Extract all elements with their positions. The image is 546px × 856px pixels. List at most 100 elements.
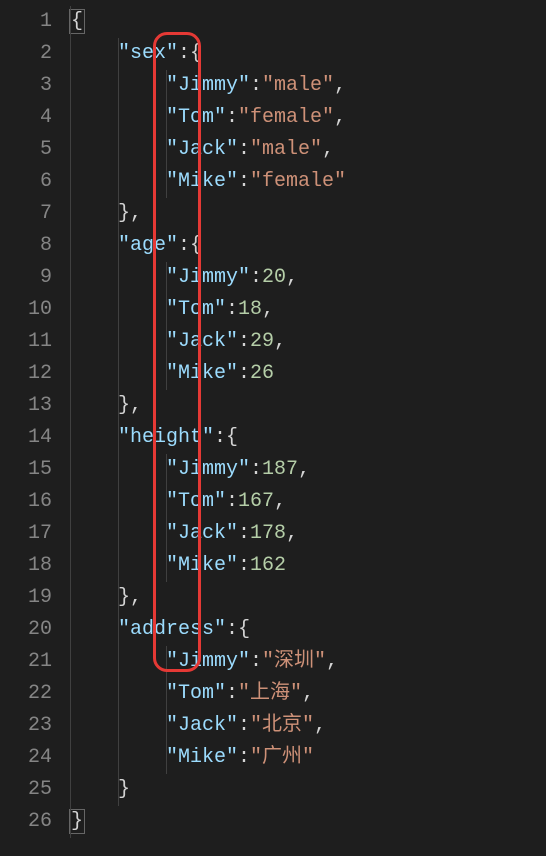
indent-guide xyxy=(70,166,71,198)
indent-guide xyxy=(118,710,119,742)
indent-guide xyxy=(70,678,71,710)
line-number: 17 xyxy=(0,518,52,550)
line-number: 19 xyxy=(0,582,52,614)
token: , xyxy=(262,298,274,321)
indent-guide xyxy=(118,678,119,710)
token: : xyxy=(226,490,238,513)
line-number: 18 xyxy=(0,550,52,582)
close-brace: } xyxy=(69,809,85,834)
code-line[interactable]: "height":{ xyxy=(70,422,546,454)
indent-guide xyxy=(166,358,167,390)
line-number: 24 xyxy=(0,742,52,774)
token: 162 xyxy=(250,554,286,577)
line-number: 23 xyxy=(0,710,52,742)
line-number: 4 xyxy=(0,102,52,134)
token: : xyxy=(178,234,190,257)
line-number: 25 xyxy=(0,774,52,806)
token: "Mike" xyxy=(166,746,238,769)
indent-guide xyxy=(118,230,119,262)
code-line[interactable]: "age":{ xyxy=(70,230,546,262)
code-line[interactable]: "Jack":"北京", xyxy=(70,710,546,742)
indent-guide xyxy=(118,390,119,422)
token: } xyxy=(118,586,130,609)
code-line[interactable]: "Mike":"广州" xyxy=(70,742,546,774)
code-line[interactable]: "Jack":178, xyxy=(70,518,546,550)
code-line[interactable]: } xyxy=(70,806,546,838)
line-number: 2 xyxy=(0,38,52,70)
token: : xyxy=(226,298,238,321)
code-line[interactable]: }, xyxy=(70,198,546,230)
token: "Jimmy" xyxy=(166,266,250,289)
code-area[interactable]: { "sex":{ "Jimmy":"male", "Tom":"female"… xyxy=(70,0,546,856)
code-line[interactable]: "Tom":"female", xyxy=(70,102,546,134)
indent-guide xyxy=(118,454,119,486)
code-line[interactable]: "Tom":18, xyxy=(70,294,546,326)
indent-guide xyxy=(166,710,167,742)
token xyxy=(70,586,118,609)
token: { xyxy=(238,618,250,641)
token: "male" xyxy=(262,74,334,97)
code-line[interactable]: "Jimmy":"male", xyxy=(70,70,546,102)
code-line[interactable]: "Tom":167, xyxy=(70,486,546,518)
token: : xyxy=(238,522,250,545)
code-line[interactable]: "Mike":26 xyxy=(70,358,546,390)
indent-guide xyxy=(166,486,167,518)
code-line[interactable]: "Mike":162 xyxy=(70,550,546,582)
code-line[interactable]: }, xyxy=(70,582,546,614)
indent-guide xyxy=(166,294,167,326)
token: 167 xyxy=(238,490,274,513)
indent-guide xyxy=(118,166,119,198)
line-number: 9 xyxy=(0,262,52,294)
indent-guide xyxy=(70,6,71,38)
code-line[interactable]: "sex":{ xyxy=(70,38,546,70)
token: : xyxy=(250,458,262,481)
code-editor[interactable]: 1234567891011121314151617181920212223242… xyxy=(0,0,546,856)
code-line[interactable]: }, xyxy=(70,390,546,422)
indent-guide xyxy=(118,294,119,326)
token: "上海" xyxy=(238,682,302,705)
indent-guide xyxy=(70,198,71,230)
token: "Jack" xyxy=(166,714,238,737)
code-line[interactable]: { xyxy=(70,6,546,38)
token: "age" xyxy=(118,234,178,257)
code-line[interactable]: "Jimmy":"深圳", xyxy=(70,646,546,678)
code-line[interactable]: "address":{ xyxy=(70,614,546,646)
token: "Tom" xyxy=(166,298,226,321)
indent-guide xyxy=(166,742,167,774)
token: , xyxy=(298,458,310,481)
token xyxy=(70,394,118,417)
indent-guide xyxy=(70,230,71,262)
token: "Jack" xyxy=(166,522,238,545)
token: , xyxy=(130,586,142,609)
token: 187 xyxy=(262,458,298,481)
token: "Jack" xyxy=(166,330,238,353)
indent-guide xyxy=(166,70,167,102)
line-number: 12 xyxy=(0,358,52,390)
code-line[interactable]: } xyxy=(70,774,546,806)
token: { xyxy=(226,426,238,449)
indent-guide xyxy=(166,550,167,582)
code-line[interactable]: "Jimmy":187, xyxy=(70,454,546,486)
token: , xyxy=(334,106,346,129)
token: : xyxy=(214,426,226,449)
indent-guide xyxy=(70,102,71,134)
line-number: 16 xyxy=(0,486,52,518)
code-line[interactable]: "Tom":"上海", xyxy=(70,678,546,710)
code-line[interactable]: "Jack":29, xyxy=(70,326,546,358)
line-number: 20 xyxy=(0,614,52,646)
code-line[interactable]: "Jimmy":20, xyxy=(70,262,546,294)
code-line[interactable]: "Jack":"male", xyxy=(70,134,546,166)
token: , xyxy=(130,202,142,225)
token: "Jack" xyxy=(166,138,238,161)
token: , xyxy=(302,682,314,705)
indent-guide xyxy=(70,710,71,742)
token: "address" xyxy=(118,618,226,641)
token: , xyxy=(286,522,298,545)
token: 178 xyxy=(250,522,286,545)
token: } xyxy=(118,202,130,225)
indent-guide xyxy=(118,646,119,678)
line-number: 15 xyxy=(0,454,52,486)
token: "sex" xyxy=(118,42,178,65)
code-line[interactable]: "Mike":"female" xyxy=(70,166,546,198)
token: "height" xyxy=(118,426,214,449)
